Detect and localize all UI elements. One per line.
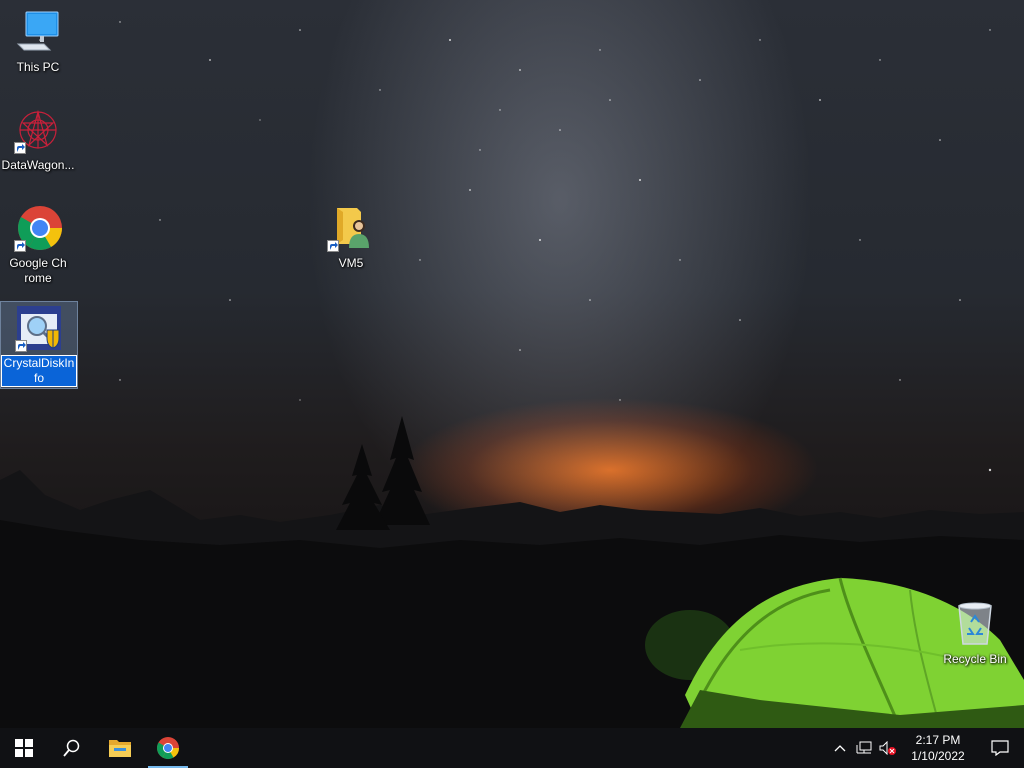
mountain-silhouette [0, 416, 1024, 728]
clock-time: 2:17 PM [915, 733, 961, 747]
shortcut-arrow-icon [15, 340, 27, 352]
action-center-button[interactable] [976, 728, 1024, 768]
network-button[interactable] [852, 728, 876, 768]
user-folder-icon [327, 204, 375, 252]
file-explorer-button[interactable] [96, 728, 144, 768]
desktop-icon-label-selected[interactable]: CrystalDiskInfo [1, 355, 77, 387]
desktop-icon-label: VM5 [338, 256, 364, 270]
taskbar: 2:17 PM 1/10/2022 [0, 728, 1024, 768]
clock-date: 1/10/2022 [911, 749, 965, 763]
desktop-icon-google-chrome[interactable]: Google Chrome [0, 204, 76, 286]
system-tray: 2:17 PM 1/10/2022 [828, 728, 1024, 768]
desktop-wallpaper [0, 0, 1024, 728]
shortcut-arrow-icon [14, 142, 26, 154]
computer-icon [14, 8, 62, 56]
show-hidden-icons-button[interactable] [828, 728, 852, 768]
datawagon-logo-icon [14, 106, 62, 154]
chrome-taskbar-button[interactable] [144, 728, 192, 768]
shortcut-arrow-icon [327, 240, 339, 252]
desktop-icon-vm5[interactable]: VM5 [313, 204, 389, 271]
volume-muted-icon [879, 741, 896, 755]
network-icon [856, 741, 872, 754]
notification-icon [991, 740, 1009, 756]
search-button[interactable] [48, 728, 96, 768]
search-icon [63, 739, 80, 757]
desktop-icon-this-pc[interactable]: This PC [0, 8, 76, 75]
crystaldiskinfo-icon [15, 304, 63, 352]
file-explorer-icon [109, 740, 131, 757]
desktop-icon-label: Google Chrome [9, 256, 67, 285]
desktop-icon-recycle-bin[interactable]: Recycle Bin [937, 600, 1013, 667]
desktop-icon-label: DataWagon... [1, 158, 75, 172]
recycle-bin-icon [951, 600, 999, 648]
shortcut-arrow-icon [14, 240, 26, 252]
chrome-icon [157, 737, 179, 759]
desktop-icon-crystaldiskinfo[interactable]: CrystalDiskInfo [0, 301, 78, 389]
chrome-icon [14, 204, 62, 252]
desktop-icon-label: This PC [16, 60, 60, 74]
volume-button[interactable] [876, 728, 900, 768]
desktop-icon-label: Recycle Bin [943, 652, 1007, 666]
taskbar-clock[interactable]: 2:17 PM 1/10/2022 [900, 732, 976, 764]
desktop-icon-datawagon[interactable]: DataWagon... [0, 106, 76, 173]
start-button[interactable] [0, 728, 48, 768]
windows-logo-icon [15, 739, 33, 757]
chevron-up-icon [834, 745, 846, 752]
